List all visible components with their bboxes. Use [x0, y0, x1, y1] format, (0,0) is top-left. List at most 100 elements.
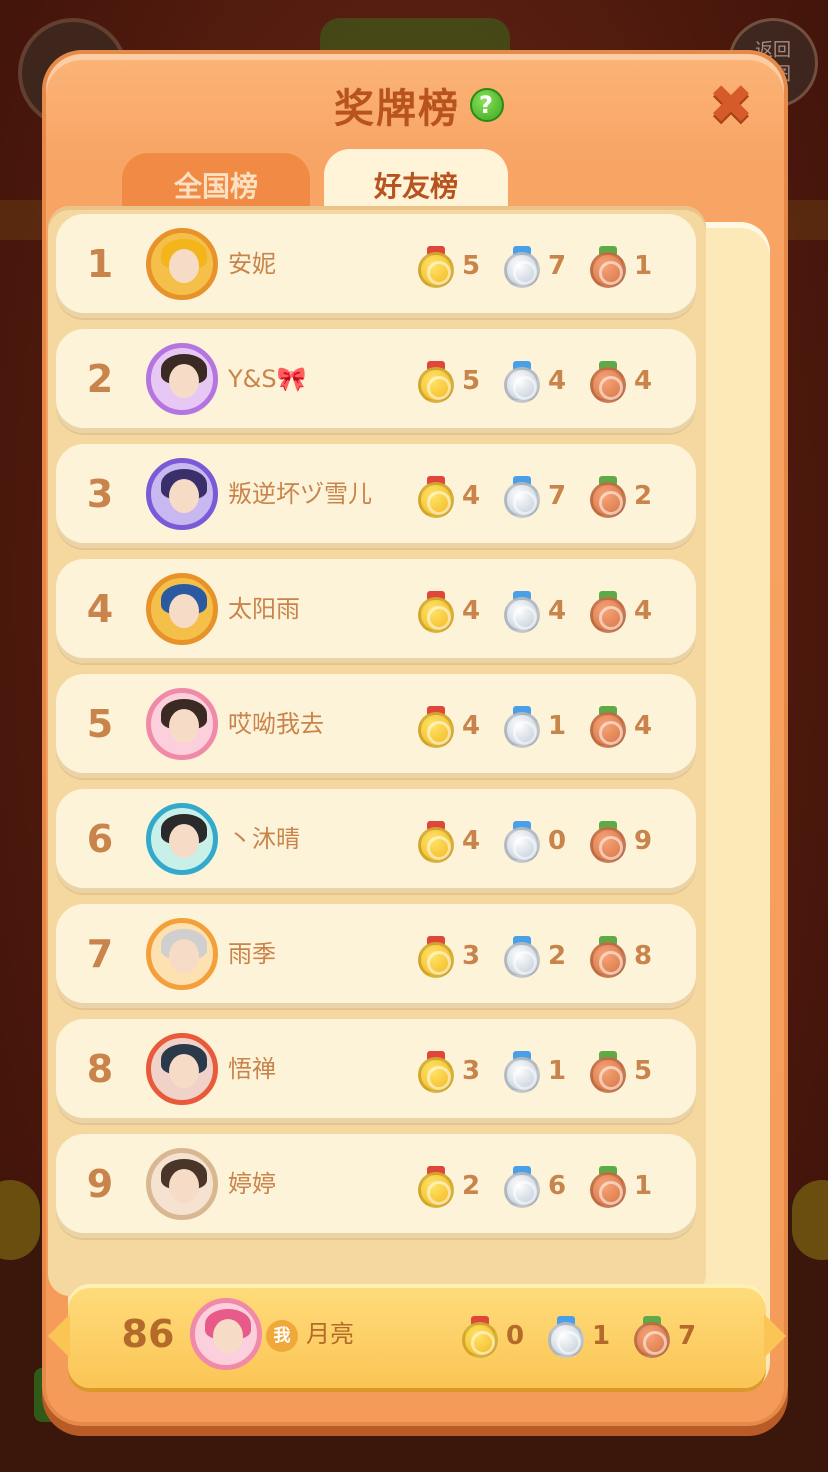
gold-medal-icon	[418, 1051, 454, 1093]
bronze-medal-icon	[590, 936, 626, 978]
bronze-medal-group: 7	[634, 1312, 720, 1360]
leaderboard-row[interactable]: 6 丶沐晴 4 0 9	[56, 789, 696, 893]
medal-counts: 4 4 4	[418, 587, 688, 635]
leaderboard-row[interactable]: 9 婷婷 2 6 1	[56, 1134, 696, 1238]
gold-medal-group: 4	[418, 472, 504, 520]
silver-medal-group: 4	[504, 587, 590, 635]
silver-medal-icon	[504, 1166, 540, 1208]
medal-counts: 4 1 4	[418, 702, 688, 750]
gold-medal-icon	[418, 821, 454, 863]
silver-count: 7	[548, 481, 567, 511]
player-avatar	[146, 573, 218, 645]
player-avatar	[146, 1033, 218, 1105]
gold-medal-icon	[418, 591, 454, 633]
silver-medal-group: 1	[504, 1047, 590, 1095]
silver-count: 2	[548, 941, 567, 971]
gold-count: 5	[462, 251, 481, 281]
leaderboard-row[interactable]: 3 叛逆坏ヅ雪儿 4 7 2	[56, 444, 696, 548]
rank-number: 7	[86, 932, 114, 976]
player-name: 叛逆坏ヅ雪儿	[228, 480, 372, 508]
gold-count: 4	[462, 481, 481, 511]
me-badge: 我	[266, 1320, 298, 1352]
leaderboard-row[interactable]: 5 哎呦我去 4 1 4	[56, 674, 696, 778]
medal-counts: 4 0 9	[418, 817, 688, 865]
player-avatar	[146, 803, 218, 875]
silver-medal-icon	[504, 246, 540, 288]
bronze-medal-group: 4	[590, 357, 676, 405]
gold-medal-icon	[418, 361, 454, 403]
rank-number: 8	[86, 1047, 114, 1091]
silver-count: 7	[548, 251, 567, 281]
rank-number: 1	[86, 242, 114, 286]
gold-medal-group: 2	[418, 1162, 504, 1210]
bronze-medal-icon	[590, 246, 626, 288]
bronze-medal-icon	[590, 1051, 626, 1093]
medal-counts: 5 7 1	[418, 242, 688, 290]
silver-count: 6	[548, 1171, 567, 1201]
bronze-count: 5	[634, 1056, 653, 1086]
help-icon[interactable]: ?	[470, 88, 504, 122]
gold-count: 4	[462, 826, 481, 856]
player-name: 哎呦我去	[228, 710, 324, 738]
gold-medal-group: 3	[418, 932, 504, 980]
player-avatar	[146, 918, 218, 990]
leaderboard-row[interactable]: 4 太阳雨 4 4 4	[56, 559, 696, 663]
rank-number: 3	[86, 472, 114, 516]
gold-count: 4	[462, 596, 481, 626]
bronze-medal-icon	[590, 821, 626, 863]
leaderboard-row[interactable]: 1 安妮 5 7 1	[56, 214, 696, 318]
bronze-medal-icon	[590, 706, 626, 748]
player-avatar	[146, 343, 218, 415]
bronze-count: 1	[634, 251, 653, 281]
player-name: 安妮	[228, 250, 276, 278]
bronze-medal-group: 5	[590, 1047, 676, 1095]
bronze-medal-icon	[590, 361, 626, 403]
silver-medal-group: 6	[504, 1162, 590, 1210]
bronze-medal-group: 4	[590, 702, 676, 750]
player-name: 太阳雨	[228, 595, 300, 623]
gold-count: 5	[462, 366, 481, 396]
bronze-medal-icon	[590, 476, 626, 518]
player-avatar	[146, 228, 218, 300]
gold-medal-group: 0	[462, 1312, 548, 1360]
close-icon[interactable]: ✖	[704, 78, 758, 132]
medal-counts: 3 2 8	[418, 932, 688, 980]
bronze-medal-group: 1	[590, 1162, 676, 1210]
rank-number: 6	[86, 817, 114, 861]
bronze-count: 7	[678, 1321, 697, 1351]
silver-medal-icon	[504, 936, 540, 978]
bronze-count: 4	[634, 711, 653, 741]
player-name: 丶沐晴	[228, 825, 300, 853]
bronze-medal-icon	[590, 591, 626, 633]
bronze-count: 9	[634, 826, 653, 856]
silver-count: 1	[548, 1056, 567, 1086]
leaderboard-row[interactable]: 8 悟禅 3 1 5	[56, 1019, 696, 1123]
bronze-medal-group: 2	[590, 472, 676, 520]
silver-count: 1	[592, 1321, 611, 1351]
player-avatar	[146, 458, 218, 530]
medal-counts: 3 1 5	[418, 1047, 688, 1095]
medal-counts: 5 4 4	[418, 357, 688, 405]
bronze-medal-group: 4	[590, 587, 676, 635]
silver-medal-group: 4	[504, 357, 590, 405]
my-medals: 0 1 7	[462, 1312, 732, 1360]
rank-number: 5	[86, 702, 114, 746]
my-rank-row[interactable]: 86 我 月亮 0 1 7	[48, 1284, 786, 1388]
gold-count: 0	[506, 1321, 525, 1351]
gold-count: 3	[462, 1056, 481, 1086]
player-name: 婷婷	[228, 1170, 276, 1198]
bronze-medal-icon	[634, 1316, 670, 1358]
bronze-count: 2	[634, 481, 653, 511]
leaderboard-row[interactable]: 2 Y&S🎀 5 4 4	[56, 329, 696, 433]
silver-medal-icon	[548, 1316, 584, 1358]
background-orb-left	[0, 1180, 40, 1260]
bronze-medal-group: 9	[590, 817, 676, 865]
gold-medal-icon	[418, 1166, 454, 1208]
gold-medal-icon	[418, 706, 454, 748]
leaderboard-row[interactable]: 7 雨季 3 2 8	[56, 904, 696, 1008]
rank-number: 4	[86, 587, 114, 631]
medal-counts: 4 7 2	[418, 472, 688, 520]
leaderboard-list[interactable]: 1 安妮 5 7 1 2 Y&S🎀 5 4 4 3 叛逆坏ヅ雪儿 4 7 2 4 太阳雨 4 4 4 5 哎呦我去 4 1 4 6…	[48, 206, 706, 1296]
gold-medal-group: 3	[418, 1047, 504, 1095]
silver-medal-icon	[504, 821, 540, 863]
